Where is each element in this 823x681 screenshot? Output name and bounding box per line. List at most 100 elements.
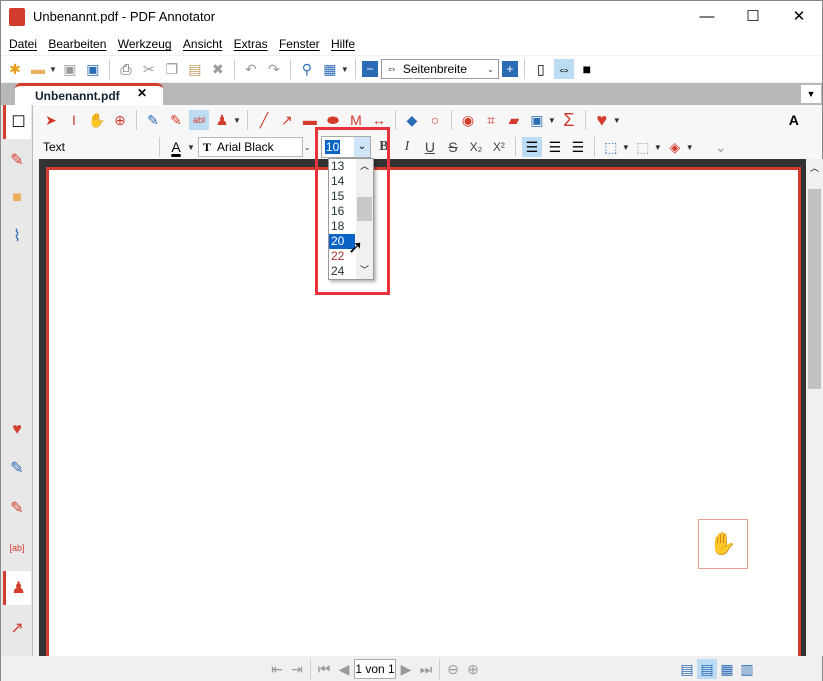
- open-folder-icon[interactable]: ▬: [28, 59, 48, 79]
- continuous-view-icon[interactable]: ▤: [697, 658, 717, 679]
- new-document-icon[interactable]: ✱: [5, 59, 25, 79]
- document-canvas[interactable]: [39, 159, 806, 667]
- maximize-button[interactable]: ☐: [730, 1, 776, 33]
- next-document-icon[interactable]: ⇥: [287, 659, 307, 679]
- lasso-icon[interactable]: ○: [425, 110, 445, 130]
- scroll-thumb[interactable]: [808, 189, 821, 389]
- align-right-icon[interactable]: ☰: [568, 137, 588, 157]
- chevron-down-icon[interactable]: ▼: [548, 116, 556, 125]
- redo-icon[interactable]: ↷: [264, 59, 284, 79]
- align-left-icon[interactable]: ☰: [521, 137, 542, 157]
- sigma-icon[interactable]: Σ: [559, 110, 579, 130]
- menu-hilfe[interactable]: Hilfe: [327, 33, 359, 51]
- scroll-up-icon[interactable]: ︿: [810, 161, 819, 174]
- single-page-icon[interactable]: ▯: [531, 59, 551, 79]
- strikethrough-button[interactable]: S: [443, 137, 463, 157]
- pen-icon[interactable]: ✎: [143, 110, 163, 130]
- eraser-icon[interactable]: ◆: [402, 110, 422, 130]
- undo-icon[interactable]: ↶: [241, 59, 261, 79]
- chevron-down-icon[interactable]: ▼: [187, 143, 195, 152]
- first-page-icon[interactable]: ⏮: [314, 659, 334, 679]
- menu-fenster[interactable]: Fenster: [275, 33, 324, 51]
- chevron-down-icon[interactable]: ▼: [341, 65, 349, 74]
- tab-list-dropdown[interactable]: ▼: [801, 85, 821, 103]
- ruler-icon[interactable]: ▰: [504, 110, 524, 130]
- previous-document-icon[interactable]: ⇤: [267, 659, 287, 679]
- camera-icon[interactable]: ◉: [458, 110, 478, 130]
- zoom-select[interactable]: ⇔ Seitenbreite ⌄: [380, 59, 499, 79]
- save-icon[interactable]: ▣: [60, 59, 80, 79]
- border-icon[interactable]: ⬚: [601, 137, 621, 157]
- chevron-down-icon[interactable]: ▼: [49, 65, 57, 74]
- italic-button[interactable]: I: [397, 137, 417, 157]
- chevron-down-icon[interactable]: ▼: [622, 143, 630, 152]
- previous-page-icon[interactable]: ◀: [334, 659, 354, 679]
- arrow-icon[interactable]: ↗: [277, 110, 297, 130]
- sidebar-notes-icon[interactable]: ■: [3, 181, 31, 215]
- underline-button[interactable]: U: [420, 137, 440, 157]
- sidebar-bookmark-icon[interactable]: ✎: [3, 143, 31, 177]
- two-page-view-icon[interactable]: ▦: [717, 659, 737, 679]
- sidebar-stamp-icon[interactable]: ♟: [3, 571, 31, 605]
- copy-icon[interactable]: ❐: [162, 59, 182, 79]
- zoom-in-icon[interactable]: +: [501, 61, 518, 77]
- pdf-page[interactable]: [46, 167, 801, 667]
- page-indicator-input[interactable]: 1 von 1: [354, 658, 396, 679]
- minimize-button[interactable]: —: [684, 1, 730, 33]
- text-select-icon[interactable]: I: [64, 110, 84, 130]
- stamp-icon[interactable]: ♟: [212, 110, 232, 130]
- vertical-scrollbar[interactable]: ︿: [806, 159, 823, 656]
- menu-werkzeug[interactable]: Werkzeug: [114, 33, 176, 51]
- zoom-out-icon[interactable]: −: [361, 61, 378, 77]
- sidebar-pen-icon[interactable]: ✎: [3, 451, 31, 485]
- crop-icon[interactable]: ⌗: [481, 110, 501, 130]
- border-style-icon[interactable]: ⬚: [633, 137, 653, 157]
- font-color-icon[interactable]: A: [166, 137, 186, 157]
- paste-icon[interactable]: ▤: [185, 59, 205, 79]
- chevron-down-icon[interactable]: ▼: [613, 116, 621, 125]
- hand-icon[interactable]: ✋: [87, 110, 107, 130]
- print-icon[interactable]: ⎙: [116, 59, 136, 79]
- select-arrow-icon[interactable]: ➤: [41, 110, 61, 130]
- insert-image-icon[interactable]: ▣: [527, 110, 547, 130]
- hand-tool-icon[interactable]: ✋: [698, 519, 748, 569]
- single-page-view-icon[interactable]: ▤: [677, 659, 697, 679]
- favorites-heart-icon[interactable]: ♥: [592, 110, 612, 130]
- two-page-continuous-view-icon[interactable]: ▥: [737, 659, 757, 679]
- grid-icon[interactable]: ▦: [320, 59, 340, 79]
- menu-ansicht[interactable]: Ansicht: [179, 33, 226, 51]
- highlighter-icon[interactable]: ✎: [166, 110, 186, 130]
- sidebar-favorites-icon[interactable]: ♥: [3, 413, 31, 447]
- delete-icon[interactable]: ✖: [208, 59, 228, 79]
- fill-color-icon[interactable]: ◈: [665, 137, 685, 157]
- more-options-icon[interactable]: ⌄: [711, 137, 731, 157]
- chevron-down-icon[interactable]: ▼: [654, 143, 662, 152]
- menu-datei[interactable]: Datei: [5, 33, 41, 51]
- find-binoculars-icon[interactable]: ⚲: [297, 59, 317, 79]
- superscript-button[interactable]: X²: [489, 137, 509, 157]
- back-icon[interactable]: ⊖: [443, 659, 463, 679]
- tab-close-icon[interactable]: ✕: [137, 86, 147, 100]
- sidebar-pages-icon[interactable]: ☐: [3, 105, 31, 139]
- cut-icon[interactable]: ✂: [139, 59, 159, 79]
- sidebar-attachment-icon[interactable]: ⌇: [3, 219, 31, 253]
- sidebar-highlighter-icon[interactable]: ✎: [3, 491, 31, 525]
- fit-width-icon[interactable]: ⇔: [553, 59, 574, 79]
- textbox-icon[interactable]: abl: [189, 110, 209, 130]
- close-button[interactable]: ✕: [776, 1, 822, 33]
- line-icon[interactable]: ╱: [254, 110, 274, 130]
- font-family-select[interactable]: T Arial Black: [197, 137, 303, 157]
- save-as-icon[interactable]: ▣: [83, 59, 103, 79]
- zoom-tool-icon[interactable]: ⊕: [110, 110, 130, 130]
- chevron-down-icon[interactable]: ▼: [686, 143, 694, 152]
- chevron-down-icon[interactable]: ▼: [233, 116, 241, 125]
- sidebar-textbox-icon[interactable]: [ab]: [3, 531, 31, 565]
- next-page-icon[interactable]: ▶: [396, 659, 416, 679]
- align-center-icon[interactable]: ☰: [545, 137, 565, 157]
- forward-icon[interactable]: ⊕: [463, 659, 483, 679]
- fullscreen-icon[interactable]: ■: [577, 59, 597, 79]
- subscript-button[interactable]: X₂: [466, 137, 486, 157]
- menu-bearbeiten[interactable]: Bearbeiten: [44, 33, 110, 51]
- menu-extras[interactable]: Extras: [230, 33, 272, 51]
- sidebar-arrow-icon[interactable]: ↗: [3, 611, 31, 645]
